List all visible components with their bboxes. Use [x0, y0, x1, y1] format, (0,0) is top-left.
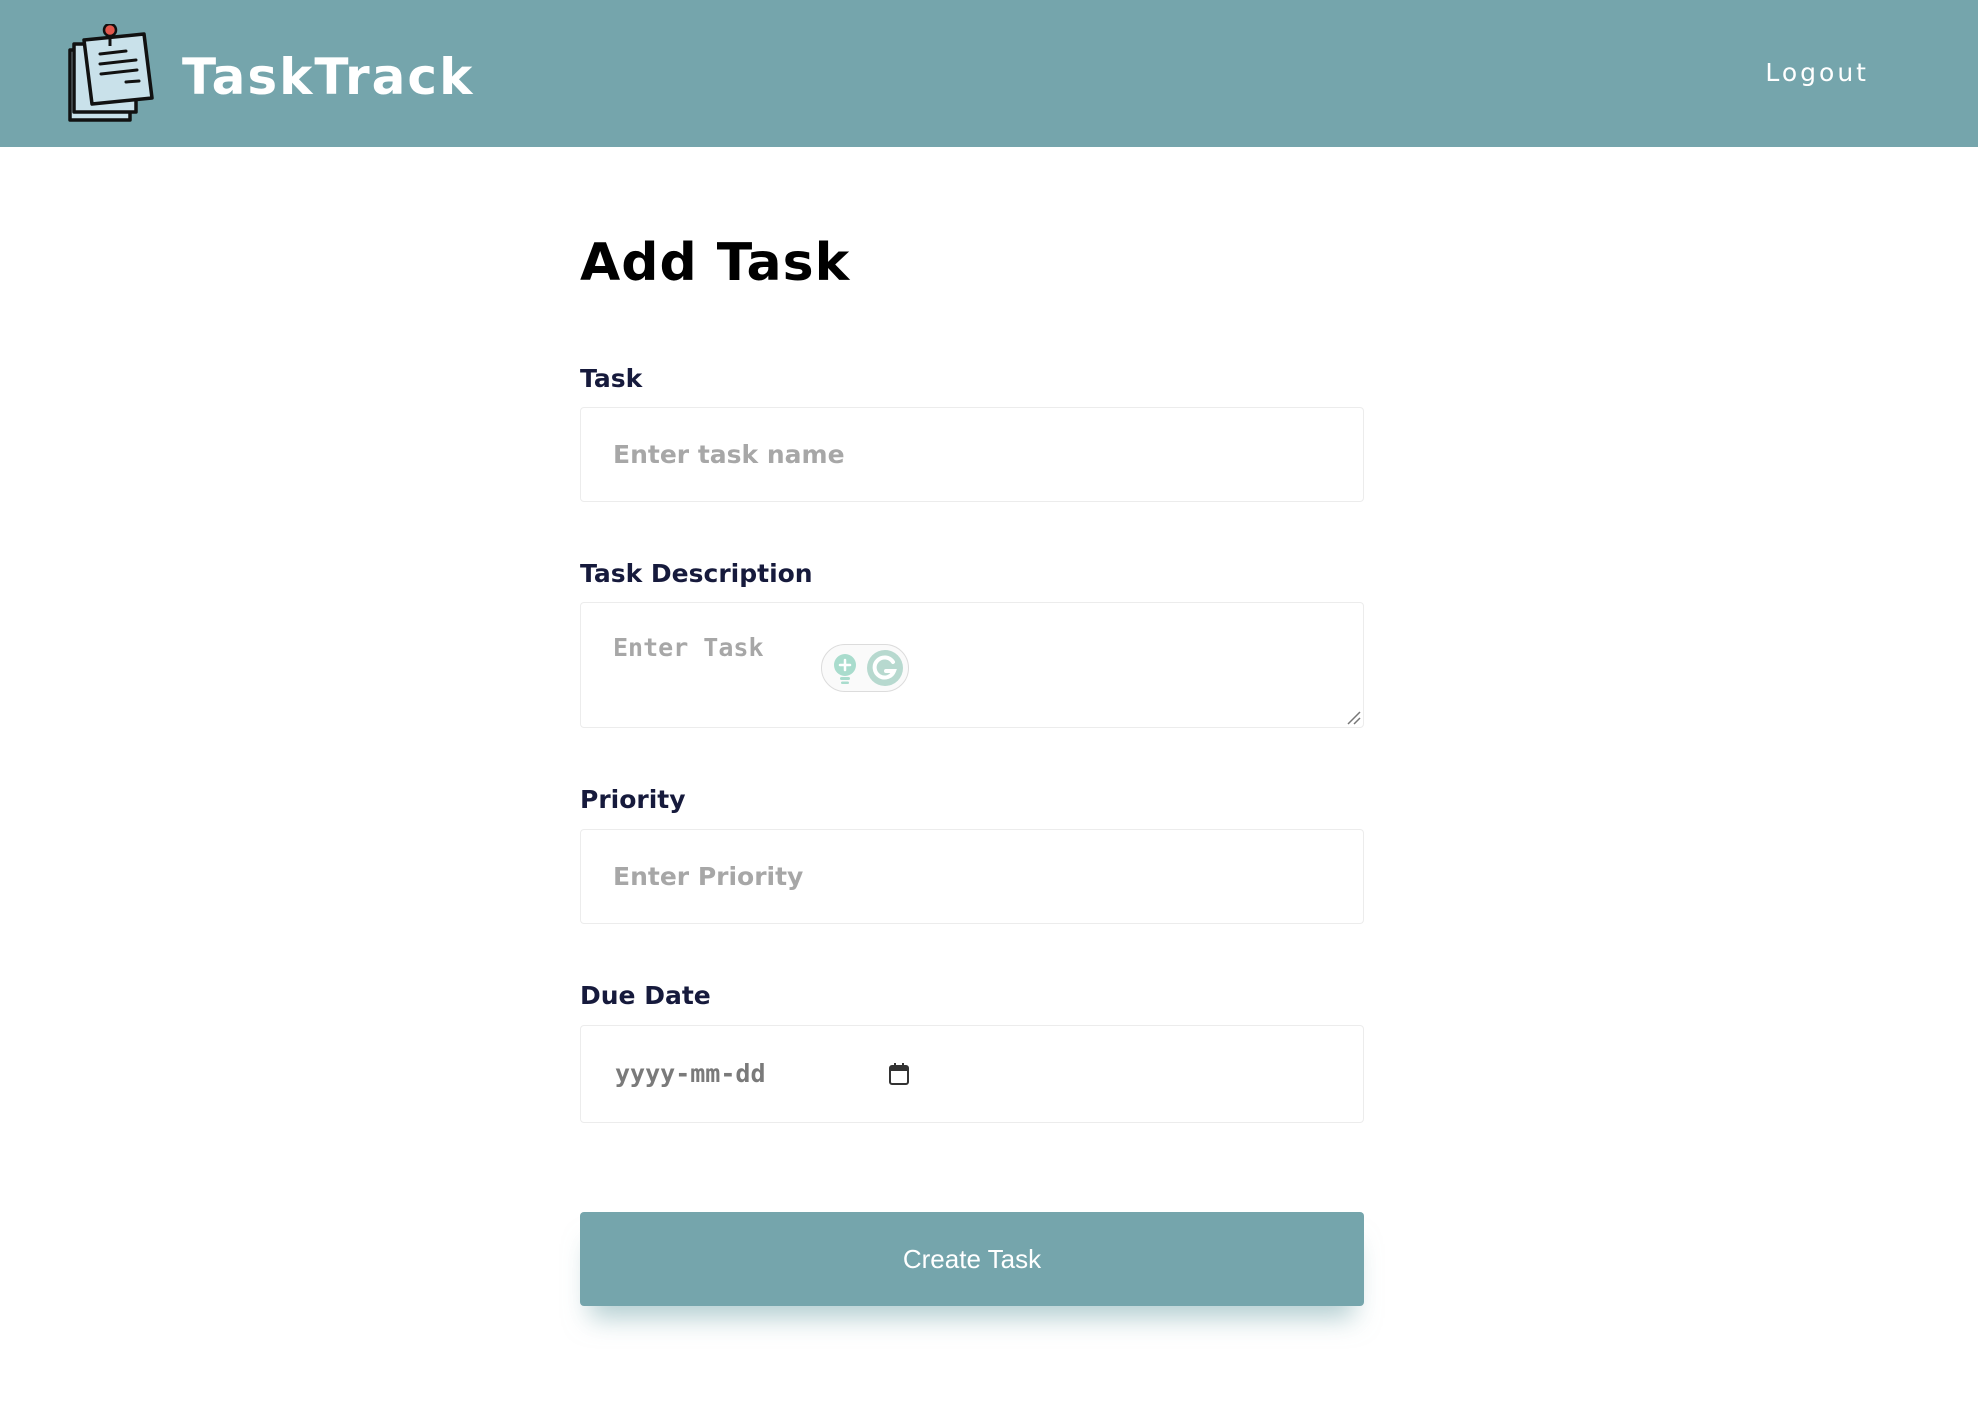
- due-date-placeholder: yyyy-mm-dd: [615, 1059, 766, 1088]
- calendar-icon[interactable]: [888, 1062, 910, 1086]
- task-description-label: Task Description: [580, 559, 813, 588]
- create-task-button[interactable]: Create Task: [580, 1212, 1364, 1306]
- priority-input[interactable]: [581, 830, 1363, 923]
- task-description-field: [580, 602, 1364, 728]
- due-date-label: Due Date: [580, 981, 711, 1010]
- page-title: Add Task: [580, 233, 851, 293]
- app-brand-name: TaskTrack: [182, 48, 475, 106]
- textarea-resize-handle[interactable]: [1345, 709, 1361, 725]
- lightbulb-icon: [834, 654, 856, 684]
- app-header: TaskTrack Logout: [0, 0, 1978, 147]
- grammarly-widget[interactable]: [821, 644, 909, 692]
- logout-link[interactable]: Logout: [1765, 55, 1869, 91]
- due-date-input[interactable]: yyyy-mm-dd: [580, 1025, 1364, 1123]
- priority-field: [580, 829, 1364, 924]
- task-description-textarea[interactable]: [581, 603, 1363, 727]
- task-label: Task: [580, 364, 643, 393]
- task-field: [580, 407, 1364, 502]
- sticky-notes-logo-icon: [68, 24, 154, 122]
- task-name-input[interactable]: [581, 408, 1363, 501]
- grammarly-icon: [867, 650, 903, 686]
- priority-label: Priority: [580, 785, 686, 814]
